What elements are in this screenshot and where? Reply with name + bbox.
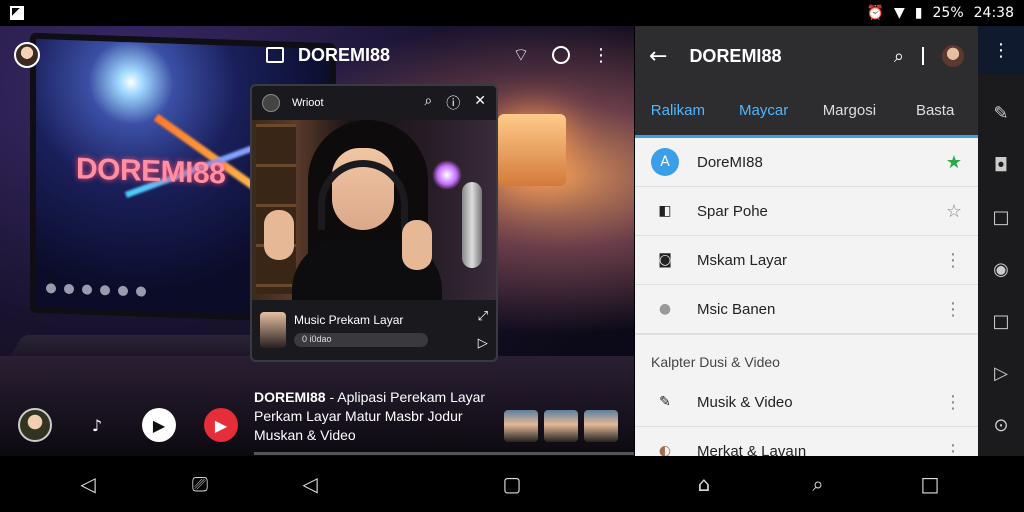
more-menu-icon[interactable]: ⋮: [978, 26, 1024, 74]
section-header: Kalpter Dusi & Video: [635, 334, 978, 378]
pip-info-icon[interactable]: ⓘ: [446, 93, 460, 113]
search-icon[interactable]: ⌕: [806, 472, 830, 496]
back-arrow-icon[interactable]: ←: [649, 44, 667, 69]
notification-icon: [10, 6, 24, 20]
thumbnail[interactable]: [504, 410, 538, 442]
pip-logo-icon: [262, 94, 280, 112]
divider: [922, 47, 924, 65]
avatar: ◐: [658, 443, 672, 456]
pip-header: Wrioot ⌕ ⓘ ✕: [252, 86, 496, 120]
list-item-label: Merkat & Lavaın: [697, 442, 807, 457]
tab-basta[interactable]: Basta: [892, 86, 978, 135]
more-options-icon[interactable]: ⋮: [944, 250, 962, 271]
wifi-icon: ▼: [894, 5, 905, 21]
tab-ralikam[interactable]: Ralikam: [635, 86, 721, 135]
list-item-label: DoreMI88: [697, 153, 763, 171]
app-icon: A: [651, 148, 679, 176]
battery-level: 25%: [932, 5, 964, 21]
microphone-image: [462, 182, 482, 268]
recents-icon[interactable]: □: [918, 472, 942, 496]
panel-header: ← DOREMI88 ⌕: [635, 26, 978, 86]
square-icon[interactable]: □: [990, 204, 1012, 230]
list-item[interactable]: ◧ Spar Pohe ☆: [635, 187, 978, 236]
pip-footer-title: Music Prekam Layar: [294, 313, 404, 327]
related-thumbnails: [504, 410, 618, 442]
pip-window[interactable]: Wrioot ⌕ ⓘ ✕ Music Prekam Layar 0 i0dao …: [250, 84, 498, 362]
list-item[interactable]: ◐ Merkat & Lavaın ⋮: [635, 427, 978, 457]
record-screen-icon: ◙: [658, 252, 672, 268]
pip-footer: Music Prekam Layar 0 i0dao ⤢ ▷: [252, 300, 496, 360]
pip-title: Wrioot: [292, 97, 324, 109]
battery-icon: ▮: [914, 5, 923, 21]
star-icon[interactable]: ★: [946, 152, 962, 173]
more-menu-icon[interactable]: ⋮: [590, 44, 612, 66]
target-icon[interactable]: ⊙: [990, 412, 1012, 438]
cast-icon[interactable]: [266, 47, 284, 63]
play-icon[interactable]: ▷: [990, 360, 1012, 386]
more-options-icon[interactable]: ⋮: [944, 392, 962, 413]
tab-margosi[interactable]: Margosi: [807, 86, 893, 135]
status-indicators: ⏰ ▼ ▮ 25% 24:38: [867, 5, 1014, 21]
signal-icon[interactable]: ⌔: [510, 44, 532, 66]
record-icon[interactable]: ◉: [990, 256, 1012, 282]
thumbnail[interactable]: [584, 410, 618, 442]
video-top-bar: DOREMI88 ⌔ ⋮: [0, 26, 634, 84]
back-icon[interactable]: ◁: [76, 472, 100, 496]
music-icon[interactable]: ♪: [80, 408, 114, 442]
pip-search-icon[interactable]: ⌕: [424, 93, 432, 113]
list-item-label: Spar Pohe: [697, 202, 768, 220]
home-icon[interactable]: ⌂: [692, 472, 716, 496]
star-outline-icon[interactable]: ☆: [946, 201, 962, 222]
tab-maycar[interactable]: Maycar: [721, 86, 807, 135]
pen-icon[interactable]: ✎: [990, 100, 1012, 126]
pip-thumbnail: [260, 312, 286, 348]
clock: 24:38: [973, 5, 1014, 21]
pip-progress[interactable]: 0 i0dao: [294, 333, 428, 347]
list-item[interactable]: ✎ Musik & Video ⋮: [635, 378, 978, 427]
info-button[interactable]: [550, 44, 572, 66]
account-avatar[interactable]: [942, 45, 964, 67]
list-item[interactable]: ● Msic Banen ⋮: [635, 285, 978, 334]
lamp-image: [498, 114, 566, 186]
caption-brand: DOREMI88: [254, 389, 326, 405]
edit-icon: ✎: [659, 394, 671, 410]
music-disc-icon: ●: [658, 301, 672, 317]
side-panel: ← DOREMI88 ⌕ Ralikam Maycar Margosi Bast…: [635, 26, 978, 456]
play-button[interactable]: ▶: [142, 408, 176, 442]
status-bar: ⏰ ▼ ▮ 25% 24:38: [0, 0, 1024, 26]
home-icon[interactable]: ▢: [500, 472, 524, 496]
pip-expand-icon[interactable]: ⤢: [478, 309, 488, 324]
list-item[interactable]: A DoreMI88 ★: [635, 138, 978, 187]
close-icon[interactable]: ✕: [474, 93, 486, 113]
video-caption: DOREMI88 - Aplipasi Perekam Layar Perkam…: [254, 388, 504, 445]
list-item[interactable]: ◙ Mskam Layar ⋮: [635, 236, 978, 285]
more-options-icon[interactable]: ⋮: [944, 299, 962, 320]
alarm-icon: ⏰: [866, 5, 885, 21]
video-controls: ♪ ▶ ▶: [18, 408, 238, 442]
channel-avatar[interactable]: [18, 408, 52, 442]
navigation-bar: ◁ ⎚ ◁ ▢ ⌂ ⌕ □: [0, 456, 1024, 512]
video-progress-bar[interactable]: [254, 452, 634, 455]
list-item-label: Musik & Video: [697, 393, 793, 411]
list-item-label: Msic Banen: [697, 300, 776, 318]
page-title: DOREMI88: [298, 44, 391, 65]
stop-icon[interactable]: □: [990, 308, 1012, 334]
search-icon[interactable]: ⌕: [894, 46, 904, 67]
pip-video[interactable]: [252, 120, 496, 300]
monitor-brand: DOREMI88: [76, 152, 226, 191]
record-button[interactable]: ▶: [204, 408, 238, 442]
rotate-icon[interactable]: ⎚: [188, 472, 212, 496]
screen-icon: ◧: [658, 203, 672, 219]
panel-title: DOREMI88: [689, 45, 782, 66]
more-options-icon[interactable]: ⋮: [944, 441, 962, 457]
camera-icon[interactable]: ◘: [990, 152, 1012, 178]
right-rail: ⋮ ✎ ◘ □ ◉ □ ▷ ⊙: [978, 26, 1024, 456]
avatar[interactable]: [14, 42, 40, 68]
back-icon[interactable]: ◁: [298, 472, 322, 496]
pip-play-icon[interactable]: ▷: [478, 336, 488, 351]
thumbnail[interactable]: [544, 410, 578, 442]
panel-tabs: Ralikam Maycar Margosi Basta: [635, 86, 978, 138]
list-item-label: Mskam Layar: [697, 251, 788, 269]
